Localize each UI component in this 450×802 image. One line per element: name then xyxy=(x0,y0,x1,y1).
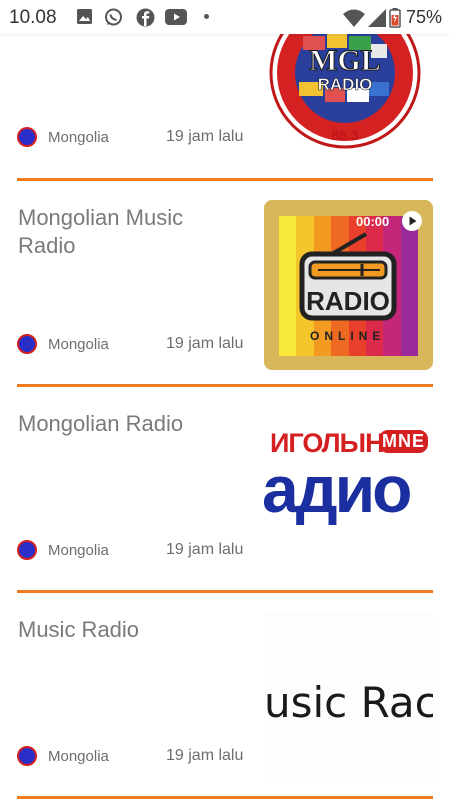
station-country: Mongolia xyxy=(48,747,109,765)
mgl-logo-freq: 88.3 xyxy=(331,127,358,143)
station-meta: Mongolia 19 jam lalu xyxy=(17,540,243,560)
whatsapp-icon xyxy=(105,8,122,26)
radio-online-logo: 00:00 RADIO ONLINE xyxy=(264,200,433,370)
station-meta: Mongolia 19 jam lalu xyxy=(17,746,243,766)
station-title: Mongolian Music Radio xyxy=(18,205,184,258)
list-item[interactable]: Music Radio usic Rac Mongolia 19 jam lal… xyxy=(0,596,450,802)
list-item[interactable]: Mongolian Music Radio 00:00 RADIO ONLINE… xyxy=(0,184,450,390)
mongolian-radio-logo: ИГОЛЫН MNE адио xyxy=(264,406,433,576)
mongolia-flag-icon xyxy=(17,746,37,766)
station-meta: Mongolia 19 jam lalu xyxy=(17,334,243,354)
station-time: 19 jam lalu xyxy=(166,335,244,352)
item-divider xyxy=(17,384,433,387)
radio-icon: RADIO xyxy=(299,232,397,321)
music-radio-logo: usic Rac xyxy=(264,612,433,782)
mgl-radio-logo: MGL RADIO 88.3 xyxy=(265,26,434,156)
item-divider xyxy=(17,178,433,181)
mongolia-flag-icon xyxy=(17,334,37,354)
image-icon xyxy=(77,9,92,24)
station-title: Music Radio xyxy=(18,617,140,642)
youtube-icon xyxy=(165,9,187,25)
battery-percent: 75% xyxy=(405,7,442,27)
mgl-logo-line2: RADIO xyxy=(318,75,373,94)
mongolian-radio-logo-word: адио xyxy=(264,452,412,526)
station-country: Mongolia xyxy=(48,335,109,353)
mgl-logo-line1: MGL xyxy=(309,44,381,77)
station-country: Mongolia xyxy=(48,541,109,559)
radio-logo-sub: ONLINE xyxy=(310,329,386,343)
wifi-icon xyxy=(342,9,365,27)
music-radio-logo-text: usic Rac xyxy=(264,678,433,727)
notification-dot-icon xyxy=(204,14,209,19)
signal-icon xyxy=(367,8,386,27)
play-icon[interactable] xyxy=(402,211,422,231)
station-time: 19 jam lalu xyxy=(166,128,244,145)
station-title: Mongolian Radio xyxy=(18,411,184,436)
facebook-icon xyxy=(136,8,155,27)
status-bar: 10.08 75% xyxy=(0,0,450,34)
item-divider xyxy=(17,590,433,593)
item-divider xyxy=(17,796,433,799)
list-item[interactable]: Mongolian Radio ИГОЛЫН MNE адио Mongolia… xyxy=(0,390,450,596)
station-time: 19 jam lalu xyxy=(166,541,244,558)
station-meta: Mongolia 19 jam lalu xyxy=(17,127,243,147)
mongolia-flag-icon xyxy=(17,540,37,560)
battery-icon xyxy=(389,7,401,28)
mongolia-flag-icon xyxy=(17,127,37,147)
station-country: Mongolia xyxy=(48,128,109,146)
radio-logo-word: RADIO xyxy=(306,286,390,316)
list-item[interactable]: MGL RADIO 88.3 Mongolia 19 jam lalu xyxy=(0,26,450,184)
mgl-radio-logo-image: MGL RADIO 88.3 xyxy=(269,26,421,149)
mongolian-radio-badge: MNE xyxy=(379,430,428,453)
station-time: 19 jam lalu xyxy=(166,747,244,764)
status-time: 10.08 xyxy=(9,7,57,28)
